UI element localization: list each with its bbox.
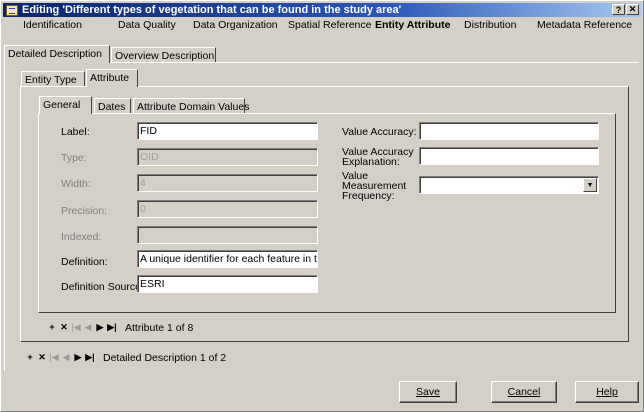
definition-field-label: Definition:	[61, 256, 108, 268]
precision-input: 0	[137, 200, 318, 218]
tab-attribute[interactable]: Attribute	[86, 69, 138, 87]
attribute-navigator: + ✕ |◀ ◀ ▶ ▶| Attribute 1 of 8	[47, 321, 193, 334]
type-input: OID	[137, 148, 318, 166]
tab-overview-description[interactable]: Overview Description	[111, 47, 216, 63]
detailed-description-navigator: + ✕ |◀ ◀ ▶ ▶| Detailed Description 1 of …	[25, 351, 226, 364]
previous-description-button[interactable]: ◀	[61, 352, 71, 363]
value-accuracy-explanation-input[interactable]	[419, 147, 599, 165]
value-measurement-frequency-label-line3: Frequency:	[342, 190, 395, 202]
label-field-label: Label:	[61, 126, 90, 138]
indexed-field-label: Indexed:	[61, 231, 102, 243]
chevron-down-icon[interactable]: ▼	[583, 178, 597, 192]
definition-input[interactable]: A unique identifier for each feature in …	[137, 250, 318, 268]
metadata-editor-window: Editing 'Different types of vegetation t…	[0, 0, 644, 412]
editor-app-icon	[6, 4, 18, 16]
last-description-button[interactable]: ▶|	[85, 352, 95, 363]
menu-entity-attribute[interactable]: Entity Attribute	[375, 19, 450, 31]
help-button-label: Help	[596, 386, 618, 398]
tab-general[interactable]: General	[39, 96, 92, 114]
value-accuracy-label: Value Accuracy:	[342, 126, 417, 138]
definition-source-input[interactable]: ESRI	[137, 275, 318, 293]
type-field-label: Type:	[61, 152, 87, 164]
value-accuracy-explanation-label-line2: Explanation:	[342, 156, 400, 168]
definition-source-field-label: Definition Source:	[61, 281, 144, 293]
label-input[interactable]: FID	[137, 122, 318, 140]
menu-identification[interactable]: Identification	[23, 19, 82, 31]
add-description-button[interactable]: +	[25, 352, 35, 363]
next-description-button[interactable]: ▶	[73, 352, 83, 363]
cancel-button[interactable]: Cancel	[491, 381, 557, 403]
indexed-input	[137, 226, 318, 244]
add-attribute-button[interactable]: +	[47, 322, 57, 333]
first-description-button[interactable]: |◀	[49, 352, 59, 363]
menu-spatial-reference[interactable]: Spatial Reference	[288, 19, 371, 31]
help-button[interactable]: Help	[575, 381, 639, 403]
value-measurement-frequency-select[interactable]: ▼	[419, 176, 599, 194]
menu-data-quality[interactable]: Data Quality	[118, 19, 176, 31]
previous-attribute-button[interactable]: ◀	[83, 322, 93, 333]
width-field-label: Width:	[61, 178, 91, 190]
tab-entity-type[interactable]: Entity Type	[21, 71, 85, 87]
delete-description-button[interactable]: ✕	[37, 352, 47, 363]
menu-metadata-reference[interactable]: Metadata Reference	[537, 19, 632, 31]
save-button-label: Save	[416, 386, 440, 398]
section-menu: Identification Data Quality Data Organiz…	[1, 18, 643, 32]
menu-data-organization[interactable]: Data Organization	[193, 19, 278, 31]
value-accuracy-input[interactable]	[419, 122, 599, 140]
width-input: 4	[137, 174, 318, 192]
close-title-button[interactable]: ✕	[626, 4, 639, 15]
first-attribute-button[interactable]: |◀	[71, 322, 81, 333]
menu-distribution[interactable]: Distribution	[464, 19, 517, 31]
tab-dates[interactable]: Dates	[94, 98, 131, 114]
question-icon: ?	[615, 4, 622, 15]
title-bar: Editing 'Different types of vegetation t…	[3, 3, 641, 17]
tab-detailed-description[interactable]: Detailed Description	[4, 45, 110, 63]
cancel-button-label: Cancel	[507, 386, 541, 398]
save-button[interactable]: Save	[399, 381, 457, 403]
description-position-text: Detailed Description 1 of 2	[103, 351, 227, 364]
delete-attribute-button[interactable]: ✕	[59, 322, 69, 333]
close-icon: ✕	[628, 4, 637, 14]
last-attribute-button[interactable]: ▶|	[107, 322, 117, 333]
window-title: Editing 'Different types of vegetation t…	[22, 4, 402, 16]
help-title-button[interactable]: ?	[612, 4, 625, 15]
next-attribute-button[interactable]: ▶	[95, 322, 105, 333]
tab-attribute-domain-values[interactable]: Attribute Domain Values	[133, 98, 249, 114]
attribute-position-text: Attribute 1 of 8	[125, 321, 194, 334]
precision-field-label: Precision:	[61, 205, 108, 217]
